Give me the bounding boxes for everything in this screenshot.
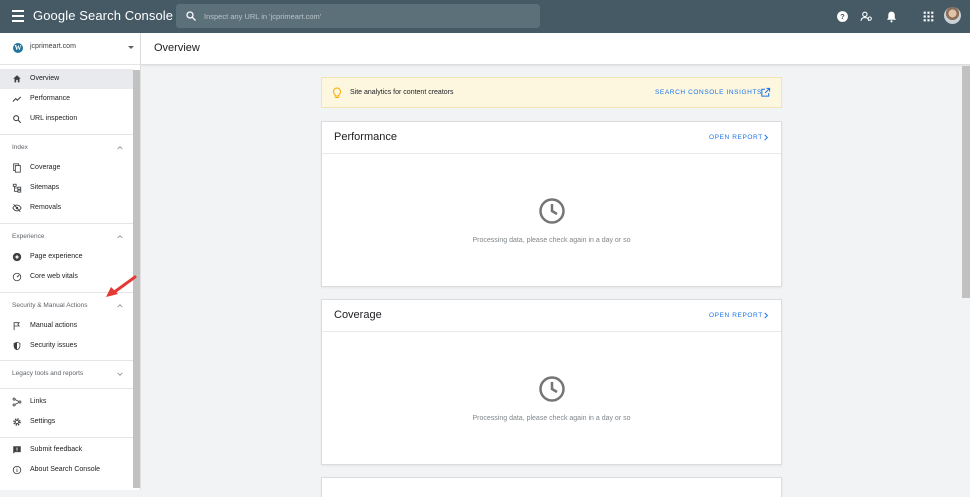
manage-users-icon[interactable] <box>860 10 873 23</box>
sidebar-item-security-issues[interactable]: Security issues <box>0 336 133 356</box>
section-index-header[interactable]: Index <box>0 139 133 157</box>
sidebar-item-label: Links <box>30 398 47 405</box>
sidebar-item-label: Manual actions <box>30 322 78 329</box>
sidebar-item-label: Coverage <box>30 164 61 171</box>
insights-banner: Site analytics for content creators SEAR… <box>321 77 782 108</box>
menu-icon[interactable] <box>12 10 24 22</box>
card-header: Coverage OPEN REPORT <box>322 300 781 332</box>
card-header: Performance OPEN REPORT <box>322 122 781 154</box>
wordpress-icon: W <box>13 43 23 53</box>
sidebar-item-label: Core web vitals <box>30 273 78 280</box>
chevron-up-icon <box>117 146 123 150</box>
clock-icon <box>539 376 565 402</box>
sidebar-item-performance[interactable]: Performance <box>0 89 133 109</box>
lightbulb-icon <box>333 87 341 98</box>
gear-icon <box>13 418 21 426</box>
sidebar-item-label: Page experience <box>30 253 83 260</box>
coverage-card: Coverage OPEN REPORT Processing data, pl… <box>321 299 782 465</box>
section-title: Legacy tools and reports <box>12 370 84 377</box>
page-header: Overview <box>141 33 970 65</box>
divider <box>0 134 133 135</box>
sidebar-item-settings[interactable]: Settings <box>0 412 133 432</box>
card-title: Performance <box>334 131 397 143</box>
chevron-down-icon <box>117 372 123 376</box>
sidebar-item-label: Sitemaps <box>30 184 60 191</box>
visibility-off-icon <box>12 203 22 213</box>
card-title: Coverage <box>334 309 382 321</box>
sidebar-item-label: Security issues <box>30 342 78 349</box>
sidebar-item-coverage[interactable]: Coverage <box>0 158 133 178</box>
sidebar-item-label: Performance <box>30 95 71 102</box>
sidebar-item-page-experience[interactable]: Page experience <box>0 247 133 267</box>
feedback-icon <box>13 446 21 454</box>
section-legacy-header[interactable]: Legacy tools and reports <box>0 365 133 383</box>
sidebar-item-submit-feedback[interactable]: Submit feedback <box>0 440 133 460</box>
sidebar-item-manual-actions[interactable]: Manual actions <box>0 316 133 336</box>
sidebar: W jcprimeart.com Overview Performance UR… <box>0 33 141 490</box>
search-input[interactable] <box>204 8 524 24</box>
sidebar-item-label: Overview <box>30 75 60 82</box>
processing-message: Processing data, please check again in a… <box>472 415 631 422</box>
banner-text: Site analytics for content creators <box>350 89 454 96</box>
shield-icon <box>13 341 21 351</box>
annotation-arrow-icon <box>106 275 137 297</box>
page-title: Overview <box>154 42 200 54</box>
search-console-insights-link[interactable]: SEARCH CONSOLE INSIGHTS <box>655 89 762 96</box>
dropdown-caret-icon <box>128 46 134 49</box>
section-title: Security & Manual Actions <box>12 302 88 309</box>
trending-up-icon <box>12 96 22 102</box>
help-icon[interactable]: ? <box>836 10 849 23</box>
search-icon <box>13 115 22 124</box>
divider <box>0 437 133 438</box>
sidebar-item-links[interactable]: Links <box>0 392 133 412</box>
info-icon <box>12 465 22 475</box>
section-security-header[interactable]: Security & Manual Actions <box>0 297 133 315</box>
sidebar-item-label: About Search Console <box>30 466 101 473</box>
sitemap-icon <box>12 183 22 193</box>
section-title: Experience <box>12 233 45 240</box>
section-experience-header[interactable]: Experience <box>0 228 133 246</box>
chevron-right-icon[interactable] <box>762 133 770 142</box>
property-selector[interactable]: W jcprimeart.com <box>0 33 141 65</box>
performance-card: Performance OPEN REPORT Processing data,… <box>321 121 782 287</box>
processing-message: Processing data, please check again in a… <box>472 237 631 244</box>
search-icon <box>186 11 196 21</box>
sidebar-item-overview[interactable]: Overview <box>0 69 133 89</box>
sidebar-item-label: Removals <box>30 204 62 211</box>
svg-text:?: ? <box>840 12 845 21</box>
next-card-partial <box>321 477 782 497</box>
section-title: Index <box>12 144 28 151</box>
sidebar-item-about[interactable]: About Search Console <box>0 460 133 480</box>
app-logo[interactable]: Google Search Console <box>33 8 173 23</box>
chevron-right-icon[interactable] <box>762 311 770 320</box>
property-name: jcprimeart.com <box>30 43 76 50</box>
notifications-bell-icon[interactable] <box>885 10 898 23</box>
sidebar-item-label: Submit feedback <box>30 446 83 453</box>
chevron-up-icon <box>117 235 123 239</box>
open-report-button[interactable]: OPEN REPORT <box>709 312 763 319</box>
links-network-icon <box>12 397 22 407</box>
page-experience-icon <box>12 252 22 262</box>
coverage-document-icon <box>13 163 21 173</box>
main-scrollbar[interactable] <box>962 66 970 298</box>
sidebar-item-url-inspection[interactable]: URL inspection <box>0 109 133 129</box>
clock-icon <box>539 198 565 224</box>
divider <box>0 360 133 361</box>
divider <box>0 223 133 224</box>
top-app-bar: Google Search Console ? <box>0 0 970 33</box>
sidebar-item-removals[interactable]: Removals <box>0 198 133 218</box>
open-report-button[interactable]: OPEN REPORT <box>709 134 763 141</box>
speed-gauge-icon <box>12 272 22 282</box>
sidebar-item-label: Settings <box>30 418 56 425</box>
home-icon <box>13 75 21 83</box>
divider <box>0 388 133 389</box>
account-avatar[interactable] <box>944 7 961 24</box>
open-in-new-icon[interactable] <box>760 87 771 98</box>
flag-icon <box>13 322 20 331</box>
sidebar-item-label: URL inspection <box>30 115 78 122</box>
apps-grid-icon[interactable] <box>922 10 935 23</box>
chevron-up-icon <box>117 304 123 308</box>
url-inspection-search[interactable] <box>176 4 540 28</box>
sidebar-item-sitemaps[interactable]: Sitemaps <box>0 178 133 198</box>
